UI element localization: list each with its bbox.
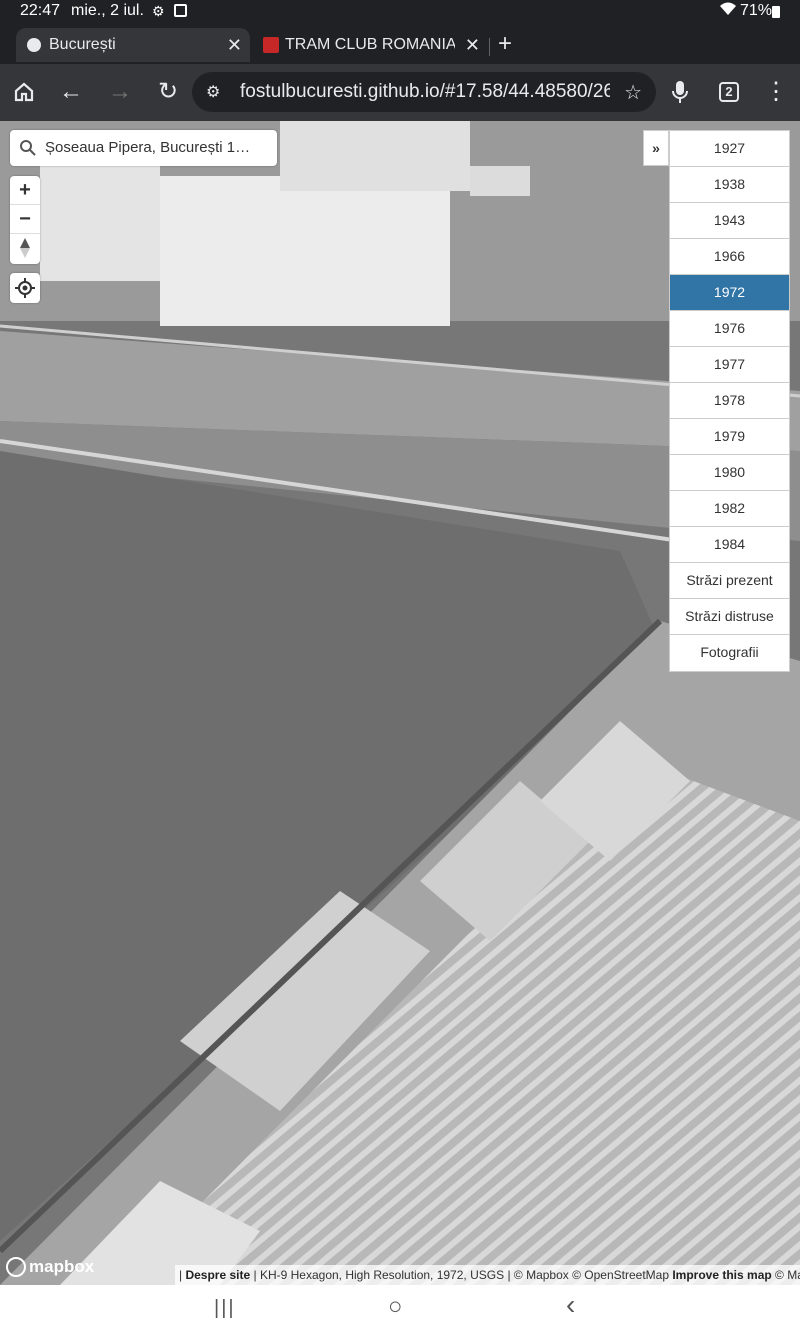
source-attribution: KH-9 Hexagon, High Resolution, 1972, USG… [259, 1268, 505, 1282]
tab-tram-club[interactable]: TRAM CLUB ROMANIA :: ✕ [252, 28, 488, 62]
layer-item-1938[interactable]: 1938 [670, 167, 789, 203]
globe-icon [27, 38, 41, 52]
back-icon[interactable]: ← [55, 76, 87, 108]
mapbox-logo-icon [6, 1257, 26, 1277]
tram-club-favicon [263, 37, 279, 53]
layer-item-1978[interactable]: 1978 [670, 383, 789, 419]
menu-icon[interactable]: ⋮ [760, 76, 792, 108]
tabs-icon[interactable]: 2 [719, 82, 739, 102]
layer-item-1927[interactable]: 1927 [670, 131, 789, 167]
map-attribution: | Despre site | KH-9 Hexagon, High Resol… [175, 1265, 800, 1285]
url-text[interactable]: fostulbucuresti.github.io/#17.58/44.4858… [240, 81, 610, 103]
battery-percent: 71% [740, 2, 773, 19]
status-bar: 22:47 mie., 2 iul. ⚙ 71% [0, 0, 800, 24]
address-bar[interactable]: ⚙ fostulbucuresti.github.io/#17.58/44.48… [192, 72, 656, 112]
layer-item-1980[interactable]: 1980 [670, 455, 789, 491]
forward-icon[interactable]: → [104, 76, 136, 108]
close-tab-icon[interactable]: ✕ [227, 35, 242, 56]
battery-icon [772, 6, 780, 18]
new-tab-button[interactable]: + [498, 30, 512, 58]
wifi-icon [720, 2, 736, 19]
reload-icon[interactable]: ↻ [152, 76, 184, 108]
layer-list: 1927 1938 1943 1966 1972 1976 1977 1978 … [669, 130, 790, 672]
tab-separator [489, 38, 490, 56]
locate-icon [15, 278, 35, 298]
search-box[interactable]: Șoseaua Pipera, București 1… [10, 130, 277, 166]
mapbox-logo[interactable]: mapbox [6, 1257, 94, 1277]
osm-attribution-link[interactable]: © OpenStreetMap [572, 1268, 669, 1282]
compass-button[interactable] [10, 234, 40, 263]
star-icon[interactable]: ☆ [624, 80, 642, 105]
status-time: 22:47 [20, 2, 61, 19]
recents-button[interactable]: ||| [214, 1297, 236, 1320]
layer-item-strazi-prezent[interactable]: Străzi prezent [670, 563, 789, 599]
calendar-icon [174, 4, 187, 17]
tune-icon[interactable]: ⚙ [206, 82, 220, 102]
layer-item-1943[interactable]: 1943 [670, 203, 789, 239]
layer-item-1977[interactable]: 1977 [670, 347, 789, 383]
tab-strip: București ✕ TRAM CLUB ROMANIA :: ✕ + [0, 24, 800, 64]
layer-item-strazi-distruse[interactable]: Străzi distruse [670, 599, 789, 635]
about-link[interactable]: Despre site [185, 1268, 250, 1282]
zoom-out-button[interactable]: − [10, 205, 40, 234]
layer-item-1982[interactable]: 1982 [670, 491, 789, 527]
search-input[interactable]: Șoseaua Pipera, București 1… [45, 139, 267, 156]
maxar-attribution-link[interactable]: © Maxar [775, 1268, 800, 1282]
layer-item-1972[interactable]: 1972 [670, 275, 789, 311]
gear-icon: ⚙ [152, 3, 165, 19]
zoom-in-button[interactable]: + [10, 176, 40, 205]
status-date: mie., 2 iul. [71, 2, 144, 19]
tab-title: TRAM CLUB ROMANIA :: [285, 36, 455, 53]
tab-bucuresti[interactable]: București ✕ [16, 28, 250, 62]
layer-collapse-button[interactable]: » [643, 130, 669, 166]
layer-item-1966[interactable]: 1966 [670, 239, 789, 275]
browser-toolbar: ← → ↻ ⚙ fostulbucuresti.github.io/#17.58… [0, 64, 800, 121]
improve-map-link[interactable]: Improve this map [672, 1268, 771, 1282]
layer-item-1984[interactable]: 1984 [670, 527, 789, 563]
layer-item-1979[interactable]: 1979 [670, 419, 789, 455]
map-view[interactable]: Șoseaua Pipera, București 1… + − » 1927 … [0, 121, 800, 1285]
home-icon[interactable] [8, 76, 40, 108]
home-nav-button[interactable]: ○ [388, 1293, 403, 1321]
search-icon [20, 140, 36, 156]
geolocate-button[interactable] [10, 273, 40, 303]
mapbox-attribution-link[interactable]: © Mapbox [514, 1268, 569, 1282]
close-tab-icon[interactable]: ✕ [465, 35, 480, 56]
tab-title: București [49, 36, 116, 53]
zoom-control: + − [10, 176, 40, 264]
layer-item-fotografii[interactable]: Fotografii [670, 635, 789, 671]
system-nav-bar: ||| ○ ‹ [0, 1285, 800, 1333]
mic-icon[interactable] [664, 76, 696, 108]
back-nav-button[interactable]: ‹ [566, 1289, 575, 1321]
compass-icon [20, 238, 30, 258]
mapbox-logo-text: mapbox [29, 1257, 95, 1276]
layer-item-1976[interactable]: 1976 [670, 311, 789, 347]
